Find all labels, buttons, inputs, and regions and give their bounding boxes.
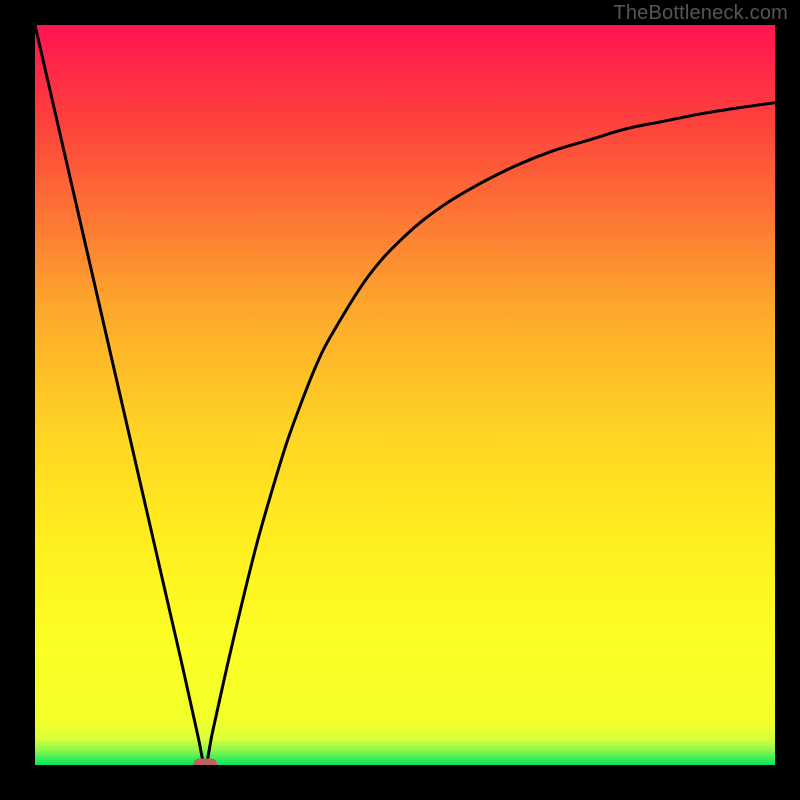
minimum-marker: [193, 759, 217, 766]
plot-area: [35, 25, 775, 765]
chart-svg: [35, 25, 775, 765]
chart-frame: TheBottleneck.com: [0, 0, 800, 800]
gradient-background: [35, 25, 775, 765]
watermark-text: TheBottleneck.com: [613, 2, 788, 25]
